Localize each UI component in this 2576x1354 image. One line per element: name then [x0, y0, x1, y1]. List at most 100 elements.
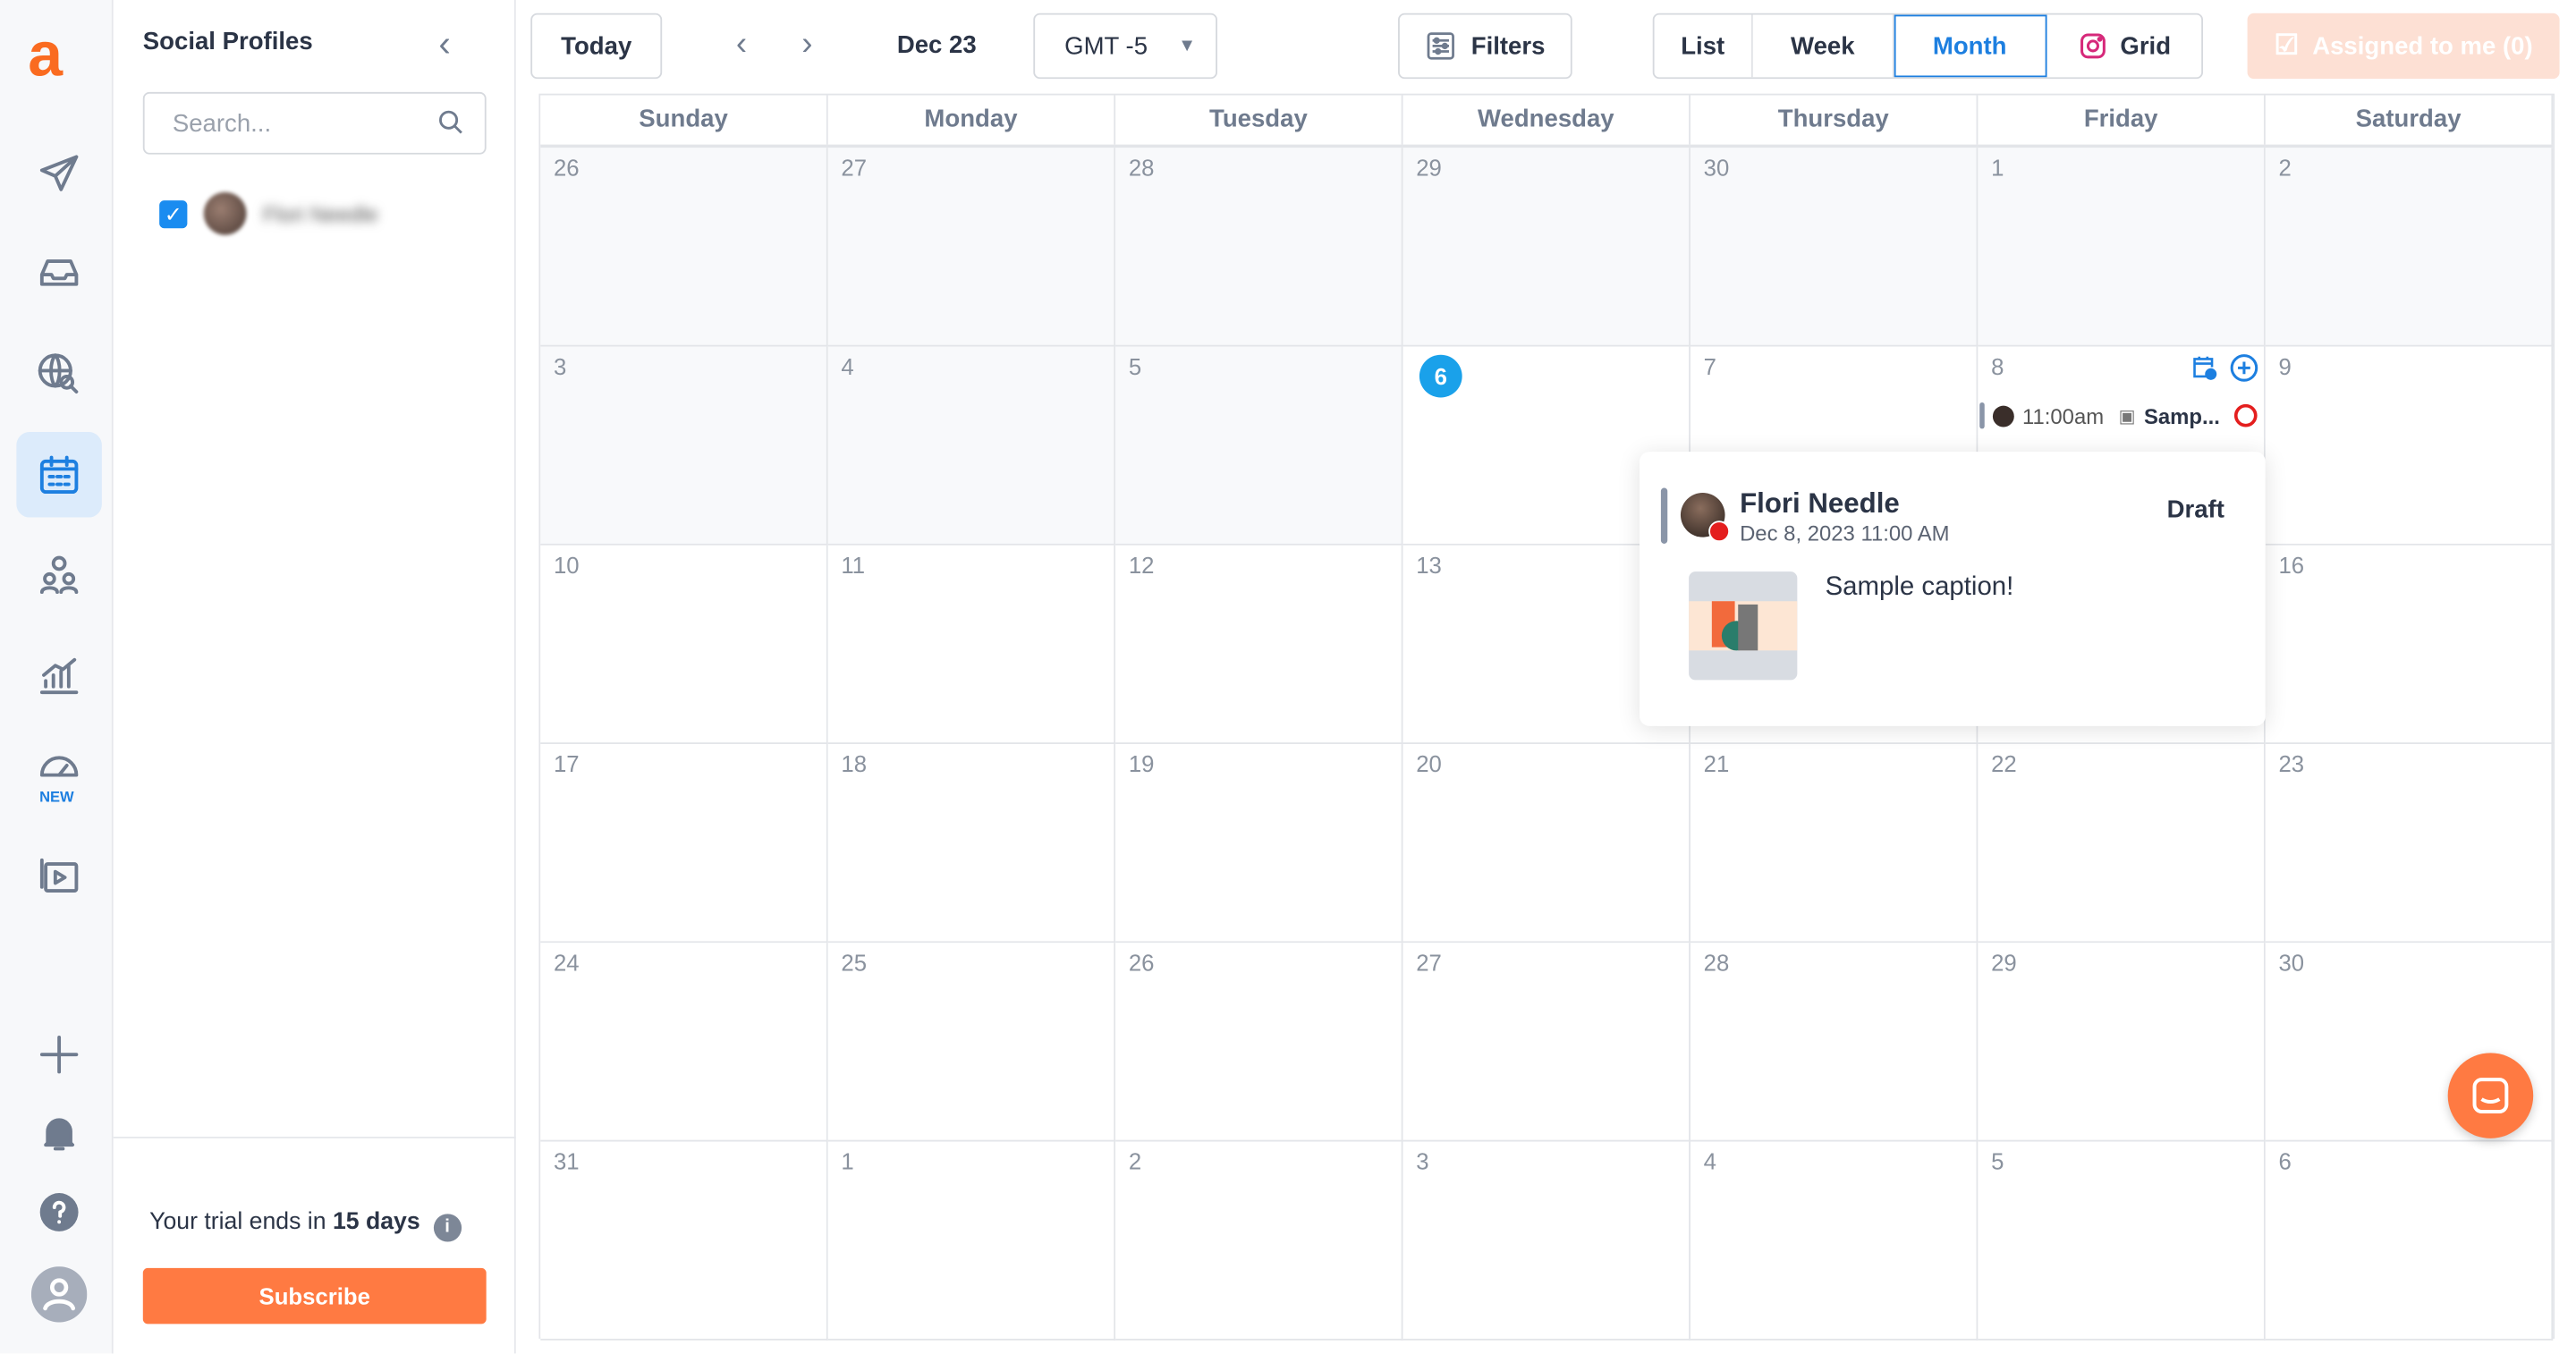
day-cell[interactable]: 2 — [1115, 1141, 1403, 1341]
day-cell[interactable]: 30 — [1690, 148, 1979, 347]
globe-search-icon — [38, 353, 79, 394]
profile-checkbox[interactable]: ✓ — [159, 199, 188, 228]
date-number: 19 — [1128, 750, 1155, 777]
weekday-tuesday: Tuesday — [1115, 95, 1403, 145]
day-cell[interactable]: 29 — [1978, 943, 2266, 1142]
add-post-button[interactable] — [2229, 353, 2258, 391]
date-number: 21 — [1703, 750, 1730, 777]
date-number: 27 — [841, 154, 868, 182]
profile-name: Flori Needle — [262, 200, 378, 226]
day-cell[interactable]: 19 — [1115, 744, 1403, 944]
send-icon — [39, 155, 79, 191]
weekday-wednesday: Wednesday — [1403, 95, 1690, 145]
view-week-tab[interactable]: Week — [1753, 14, 1894, 78]
day-cell[interactable]: 1 — [1978, 148, 2266, 347]
date-number: 10 — [553, 552, 580, 579]
day-cell[interactable]: 5 — [1115, 346, 1403, 546]
team-nav[interactable] — [16, 532, 102, 618]
create-button[interactable] — [16, 1011, 102, 1097]
day-cell[interactable]: 29 — [1402, 148, 1690, 347]
listening-nav[interactable] — [16, 332, 102, 418]
filters-button[interactable]: Filters — [1398, 13, 1572, 80]
calendar-add-icon — [2193, 356, 2217, 380]
previous-month-button[interactable]: ‹ — [736, 26, 747, 63]
day-cell[interactable]: 20 — [1402, 744, 1690, 944]
account-menu[interactable] — [16, 1252, 102, 1338]
day-cell[interactable]: 4 — [1690, 1141, 1979, 1341]
day-cell[interactable]: 9 — [2265, 346, 2554, 546]
day-cell[interactable]: 22 — [1978, 744, 2266, 944]
day-cell[interactable]: 11 — [827, 545, 1116, 745]
app-logo[interactable]: a — [28, 23, 63, 89]
date-number: 2 — [2278, 154, 2292, 182]
help-button[interactable] — [16, 1170, 102, 1256]
subscribe-button[interactable]: Subscribe — [142, 1267, 487, 1324]
day-cell[interactable]: 6 — [2265, 1141, 2554, 1341]
inbox-nav[interactable] — [16, 230, 102, 316]
next-month-button[interactable]: › — [801, 26, 812, 63]
event-title: Samp... — [2143, 402, 2220, 428]
date-number: 16 — [2278, 552, 2305, 579]
divider — [113, 1136, 516, 1138]
date-number: 17 — [553, 750, 580, 777]
day-cell[interactable]: 3 — [540, 346, 828, 546]
day-cell[interactable]: 28 — [1115, 148, 1403, 347]
chat-support-button[interactable] — [2447, 1053, 2534, 1138]
publish-nav[interactable] — [16, 131, 102, 217]
day-cell[interactable]: 26 — [540, 148, 828, 347]
schedule-post-button[interactable] — [2190, 353, 2217, 389]
day-cell[interactable]: 23 — [2265, 744, 2554, 944]
today-button[interactable]: Today — [530, 13, 663, 80]
day-cell[interactable]: 26 — [1115, 943, 1403, 1142]
day-cell[interactable]: 1 — [827, 1141, 1116, 1341]
inbox-icon — [39, 259, 79, 286]
date-number: 7 — [1703, 352, 1716, 380]
analytics-nav[interactable] — [16, 632, 102, 718]
date-number: 22 — [1991, 750, 2017, 777]
day-cell[interactable]: 28 — [1690, 943, 1979, 1142]
view-list-tab[interactable]: List — [1655, 14, 1753, 78]
info-icon[interactable]: i — [433, 1214, 462, 1242]
calendar-event[interactable]: 11:00am ▣ Samp... — [1979, 401, 2472, 430]
day-cell[interactable]: 17 — [540, 744, 828, 944]
date-number: 2 — [1128, 1147, 1142, 1175]
post-preview-popover[interactable]: Flori Needle Dec 8, 2023 11:00 AM Draft … — [1640, 452, 2266, 726]
timezone-select[interactable]: GMT -5 ▼ — [1033, 13, 1217, 80]
view-grid-tab[interactable]: Grid — [2047, 15, 2202, 78]
author-name: Flori Needle — [1740, 487, 1900, 520]
assigned-label: Assigned to me (0) — [2312, 31, 2533, 61]
timezone-value: GMT -5 — [1064, 31, 1148, 61]
profile-item[interactable]: ✓ Flori Needle — [159, 191, 378, 235]
media-nav[interactable] — [16, 833, 102, 918]
notifications-button[interactable] — [16, 1091, 102, 1177]
day-cell[interactable]: 10 — [540, 545, 828, 745]
day-cell[interactable]: 31 — [540, 1141, 828, 1341]
filter-sliders-icon — [1428, 32, 1455, 60]
day-cell[interactable]: 21 — [1690, 744, 1979, 944]
youtube-icon — [2234, 403, 2258, 427]
day-cell[interactable]: 18 — [827, 744, 1116, 944]
day-cell[interactable]: 4 — [827, 346, 1116, 546]
day-cell[interactable]: 5 — [1978, 1141, 2266, 1341]
day-cell[interactable]: 3 — [1402, 1141, 1690, 1341]
day-cell[interactable]: 12 — [1115, 545, 1403, 745]
day-cell[interactable]: 27 — [1402, 943, 1690, 1142]
date-number: 3 — [1416, 1147, 1429, 1175]
assigned-to-me-button[interactable]: ☑ Assigned to me (0) — [2247, 13, 2560, 80]
day-cell[interactable]: 16 — [2265, 545, 2554, 745]
day-cell[interactable]: 2 — [2265, 148, 2554, 347]
date-number: 20 — [1416, 750, 1442, 777]
day-cell[interactable]: 27 — [827, 148, 1116, 347]
collapse-panel-button[interactable]: ‹ — [438, 23, 450, 66]
view-month-tab[interactable]: Month — [1894, 14, 2047, 78]
date-number: 28 — [1703, 949, 1730, 976]
event-status-bar — [1979, 402, 1985, 429]
day-cell[interactable]: 24 — [540, 943, 828, 1142]
help-icon — [39, 1193, 79, 1231]
date-number: 25 — [841, 949, 868, 976]
date-number: 29 — [1991, 949, 2017, 976]
day-cell[interactable]: 25 — [827, 943, 1116, 1142]
profile-search-input[interactable] — [142, 91, 487, 155]
calendar-nav[interactable] — [16, 432, 102, 518]
date-number: 31 — [553, 1147, 580, 1175]
